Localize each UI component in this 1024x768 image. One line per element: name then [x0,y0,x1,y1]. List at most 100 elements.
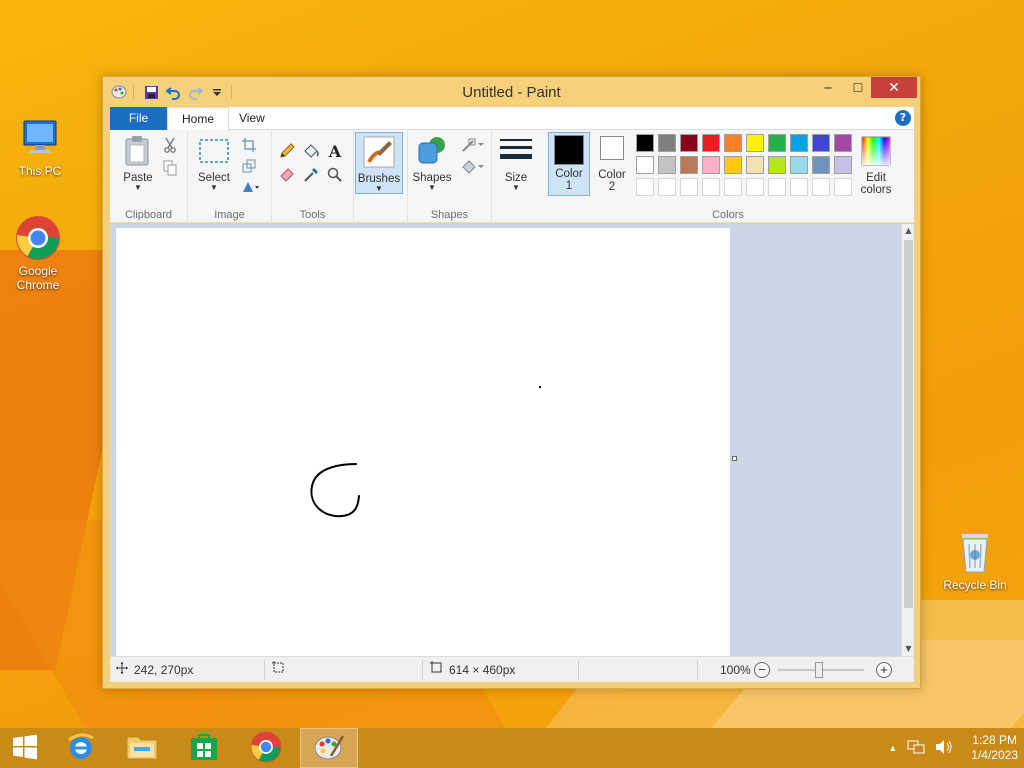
color-swatch[interactable] [658,156,676,174]
color-swatch[interactable] [746,134,764,152]
color-swatch[interactable] [746,156,764,174]
desktop-icon-chrome[interactable]: Google Chrome [0,214,76,292]
paste-icon [121,134,155,168]
zoom-out-button[interactable]: − [754,662,770,678]
start-button[interactable] [0,728,50,768]
color-swatch[interactable] [790,156,808,174]
custom-color-slot[interactable] [812,178,830,196]
drawing-canvas[interactable] [116,228,730,656]
drawn-dot [539,386,541,388]
shapes-button[interactable]: Shapes ▼ [412,134,452,192]
custom-color-slot[interactable] [724,178,742,196]
custom-color-slot[interactable] [746,178,764,196]
zoom-in-button[interactable]: + [876,662,892,678]
custom-color-slot[interactable] [680,178,698,196]
close-button[interactable]: ✕ [871,77,917,98]
outline-icon[interactable] [460,136,486,154]
custom-color-slot[interactable] [768,178,786,196]
zoom-slider-thumb[interactable] [815,662,823,678]
resize-icon[interactable] [240,157,258,175]
brushes-button[interactable]: Brushes ▼ [355,132,403,194]
magnifier-icon[interactable] [326,166,344,184]
color1-button[interactable]: Color 1 [548,132,590,196]
group-label-image: Image [214,209,245,221]
title-bar[interactable]: Untitled - Paint ─ ☐ ✕ [103,77,920,107]
color-swatch[interactable] [834,156,852,174]
taskbar-paint[interactable] [300,728,358,768]
taskbar-file-explorer[interactable] [113,728,171,768]
canvas-size-value: 614 × 460px [449,663,516,677]
computer-icon [16,114,64,162]
edit-colors-label-a: Edit [866,172,886,184]
color-swatch[interactable] [724,156,742,174]
color1-label-b: 1 [565,180,573,192]
color-swatch[interactable] [680,156,698,174]
selection-size-icon [272,657,285,683]
custom-color-slot[interactable] [636,178,654,196]
minimize-button[interactable]: ─ [813,77,843,98]
custom-color-slot[interactable] [790,178,808,196]
status-bar: 242, 270px 614 × 460px 100% − + [110,656,914,682]
custom-color-slot[interactable] [702,178,720,196]
edit-colors-icon [859,134,893,168]
volume-icon[interactable] [935,739,953,758]
group-colors: Color 1 Color 2 Edit colors Colors [542,130,914,223]
color-swatch[interactable] [680,134,698,152]
pencil-icon[interactable] [278,142,296,160]
color-swatch[interactable] [724,134,742,152]
tab-view[interactable]: View [225,107,279,130]
color-swatch[interactable] [834,134,852,152]
fill-icon[interactable] [302,142,320,160]
color-swatch[interactable] [812,134,830,152]
color2-button[interactable]: Color 2 [592,132,632,196]
color-swatch[interactable] [812,156,830,174]
paste-button[interactable]: Paste ▼ [118,134,158,192]
custom-color-slot[interactable] [834,178,852,196]
show-hidden-icons-icon[interactable]: ▲ [888,743,897,753]
select-button[interactable]: Select ▼ [194,134,234,192]
crop-icon[interactable] [240,136,258,154]
network-icon[interactable] [907,739,925,758]
color-swatch[interactable] [790,134,808,152]
group-size: Size ▼ [492,130,542,223]
cursor-position-value: 242, 270px [134,663,194,677]
taskbar-store[interactable] [175,728,233,768]
scroll-up-icon[interactable]: ▲ [902,224,915,238]
eraser-icon[interactable] [278,166,296,184]
clock[interactable]: 1:28 PM 1/4/2023 [963,733,1018,763]
color-swatch[interactable] [702,134,720,152]
edit-colors-label-b: colors [860,184,892,196]
size-button[interactable]: Size ▼ [496,134,536,192]
tab-file[interactable]: File [110,107,167,130]
color-swatch[interactable] [768,156,786,174]
color-swatch[interactable] [768,134,786,152]
taskbar-chrome[interactable] [237,728,295,768]
help-icon[interactable]: ? [895,110,911,126]
taskbar-internet-explorer[interactable] [52,728,110,768]
shape-fill-icon[interactable] [460,158,486,176]
canvas-size: 614 × 460px [430,657,515,683]
internet-explorer-icon [65,731,97,766]
color-picker-icon[interactable] [302,166,320,184]
vertical-scrollbar[interactable]: ▲ ▼ [901,224,914,656]
desktop-icon-this-pc[interactable]: This PC [2,114,78,178]
scroll-down-icon[interactable]: ▼ [902,642,915,656]
custom-color-slot[interactable] [658,178,676,196]
edit-colors-button[interactable]: Edit colors [854,134,898,196]
color2-swatch [600,136,624,160]
desktop-icon-recycle-bin[interactable]: Recycle Bin [937,528,1013,592]
shapes-icon [415,134,449,168]
color-swatch[interactable] [658,134,676,152]
color-swatch[interactable] [636,156,654,174]
cut-icon[interactable] [161,136,179,154]
color2-label-a: Color [598,169,626,181]
rotate-icon[interactable] [240,178,264,196]
color-swatch[interactable] [636,134,654,152]
color-swatch[interactable] [702,156,720,174]
copy-icon[interactable] [161,159,179,177]
canvas-resize-handle[interactable] [732,456,737,461]
scroll-thumb[interactable] [904,240,913,608]
text-tool-icon[interactable]: A [326,142,344,161]
maximize-button[interactable]: ☐ [843,77,873,98]
tab-home[interactable]: Home [167,107,230,131]
